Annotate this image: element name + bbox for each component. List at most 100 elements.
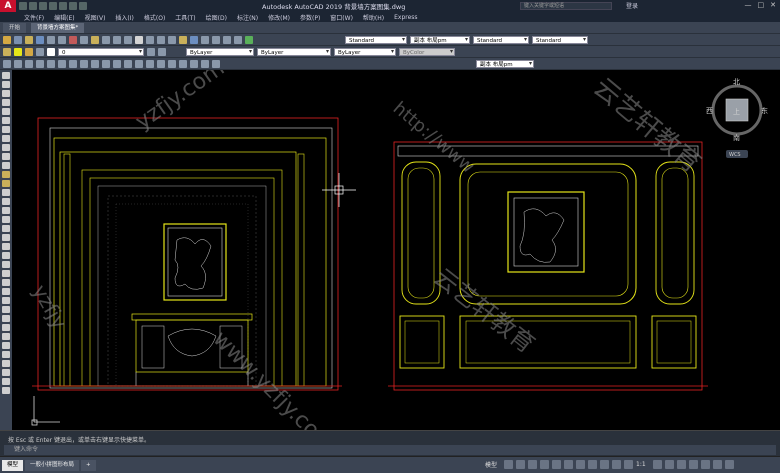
zoom-realtime-icon[interactable]: [146, 35, 154, 44]
hatch-icon[interactable]: [2, 198, 10, 205]
ortho-icon[interactable]: [528, 460, 538, 469]
menu-tools[interactable]: 工具(T): [175, 13, 195, 22]
model-space-label[interactable]: 模型: [485, 460, 497, 469]
clean-screen-icon[interactable]: [712, 460, 722, 469]
revision-cloud-icon[interactable]: [2, 135, 10, 142]
layout-tab-layout[interactable]: 一般小拼图形布局: [25, 459, 80, 471]
tolerance-icon[interactable]: [146, 59, 154, 68]
selection-cycling-icon[interactable]: [612, 460, 622, 469]
search-input[interactable]: 键入关键字或短语: [520, 2, 612, 10]
mirror-icon[interactable]: [2, 270, 10, 277]
multileader-style-select[interactable]: Standard: [532, 35, 588, 44]
close-button[interactable]: ✕: [770, 1, 776, 9]
extend-icon[interactable]: [2, 342, 10, 349]
dim-style-select[interactable]: 副本 布局pm: [410, 35, 470, 44]
quick-dim-icon[interactable]: [91, 59, 99, 68]
autocad-logo-icon[interactable]: A: [0, 0, 16, 12]
make-current-layer-icon[interactable]: [147, 47, 155, 56]
workspace-switch-icon[interactable]: [652, 460, 662, 469]
dim-update-icon[interactable]: [212, 59, 220, 68]
save-icon[interactable]: [39, 2, 47, 10]
tool-palettes-icon[interactable]: [201, 35, 209, 44]
chamfer-icon[interactable]: [2, 369, 10, 376]
gradient-icon[interactable]: [2, 207, 10, 214]
linear-dim-icon[interactable]: [3, 59, 11, 68]
lineweight-icon[interactable]: [588, 460, 598, 469]
new-icon[interactable]: [14, 35, 22, 44]
layer-select[interactable]: 0: [58, 47, 144, 56]
spline-icon[interactable]: [2, 144, 10, 151]
menu-parametric[interactable]: 参数(P): [300, 13, 320, 22]
menu-draw[interactable]: 绘图(D): [206, 13, 227, 22]
dim-style-select-2[interactable]: 副本 布局pm: [476, 59, 534, 68]
menu-file[interactable]: 文件(F): [24, 13, 44, 22]
explode-icon[interactable]: [2, 387, 10, 394]
move-icon[interactable]: [2, 297, 10, 304]
stretch-icon[interactable]: [2, 324, 10, 331]
customization-menu-icon[interactable]: [724, 460, 734, 469]
jogged-dim-icon[interactable]: [58, 59, 66, 68]
dim-space-icon[interactable]: [124, 59, 132, 68]
menu-dimension[interactable]: 标注(N): [237, 13, 258, 22]
color-select[interactable]: ByLayer: [186, 47, 254, 56]
redo-icon[interactable]: [79, 2, 87, 10]
polyline-icon[interactable]: [2, 90, 10, 97]
continue-dim-icon[interactable]: [113, 59, 121, 68]
layer-on-icon[interactable]: [14, 47, 22, 56]
viewcube[interactable]: 上 北 南 东 西 WCS: [706, 78, 768, 158]
ellipse-arc-icon[interactable]: [2, 162, 10, 169]
menu-window[interactable]: 窗口(W): [330, 13, 353, 22]
point-icon[interactable]: [2, 189, 10, 196]
arc-length-icon[interactable]: [25, 59, 33, 68]
print-icon[interactable]: [47, 35, 55, 44]
maximize-button[interactable]: □: [758, 1, 765, 9]
minimize-button[interactable]: —: [745, 1, 752, 9]
snap-icon[interactable]: [516, 460, 526, 469]
offset-icon[interactable]: [2, 279, 10, 286]
compass-east-label[interactable]: 东: [761, 106, 768, 115]
construction-line-icon[interactable]: [2, 81, 10, 88]
text-style-select[interactable]: Standard: [345, 35, 407, 44]
rotate-icon[interactable]: [2, 306, 10, 313]
polar-tracking-icon[interactable]: [540, 460, 550, 469]
open-icon[interactable]: [25, 35, 33, 44]
paste-icon[interactable]: [91, 35, 99, 44]
table-style-select[interactable]: Standard: [473, 35, 529, 44]
menu-express[interactable]: Express: [394, 14, 417, 21]
save-icon[interactable]: [36, 35, 44, 44]
command-input[interactable]: 键入命令: [4, 445, 776, 455]
compass-west-label[interactable]: 西: [706, 107, 713, 115]
lineweight-select[interactable]: ByLayer: [334, 47, 396, 56]
angular-dim-icon[interactable]: [80, 59, 88, 68]
baseline-dim-icon[interactable]: [102, 59, 110, 68]
linetype-select[interactable]: ByLayer: [257, 47, 331, 56]
match-properties-icon[interactable]: [102, 35, 110, 44]
table-icon[interactable]: [2, 225, 10, 232]
menu-view[interactable]: 视图(V): [85, 13, 106, 22]
calculator-icon[interactable]: [234, 35, 242, 44]
tab-start[interactable]: 开始: [3, 23, 27, 33]
new-file-icon[interactable]: [19, 2, 27, 10]
menu-help[interactable]: 帮助(H): [363, 13, 384, 22]
sheet-set-icon[interactable]: [212, 35, 220, 44]
zoom-window-icon[interactable]: [157, 35, 165, 44]
drawing-canvas[interactable]: 上 北 南 东 西 WCS yzfjy.com http://www 云艺轩教育…: [12, 70, 780, 430]
menu-insert[interactable]: 插入(I): [115, 13, 133, 22]
menu-edit[interactable]: 编辑(E): [54, 13, 74, 22]
markup-icon[interactable]: [223, 35, 231, 44]
compass-north-label[interactable]: 北: [733, 78, 740, 86]
redo-icon[interactable]: [124, 35, 132, 44]
units-icon[interactable]: [676, 460, 686, 469]
tab-drawing[interactable]: 背景墙方案图集*: [31, 23, 85, 33]
plotstyle-select[interactable]: ByColor: [399, 47, 455, 56]
ellipse-icon[interactable]: [2, 153, 10, 160]
pan-icon[interactable]: [135, 35, 143, 44]
inspection-icon[interactable]: [168, 59, 176, 68]
layer-freeze-icon[interactable]: [25, 47, 33, 56]
jogged-linear-icon[interactable]: [179, 59, 187, 68]
annotation-visibility-icon[interactable]: [624, 460, 634, 469]
ordinate-dim-icon[interactable]: [36, 59, 44, 68]
dim-text-edit-icon[interactable]: [201, 59, 209, 68]
save-as-icon[interactable]: [49, 2, 57, 10]
insert-block-icon[interactable]: [2, 171, 10, 178]
